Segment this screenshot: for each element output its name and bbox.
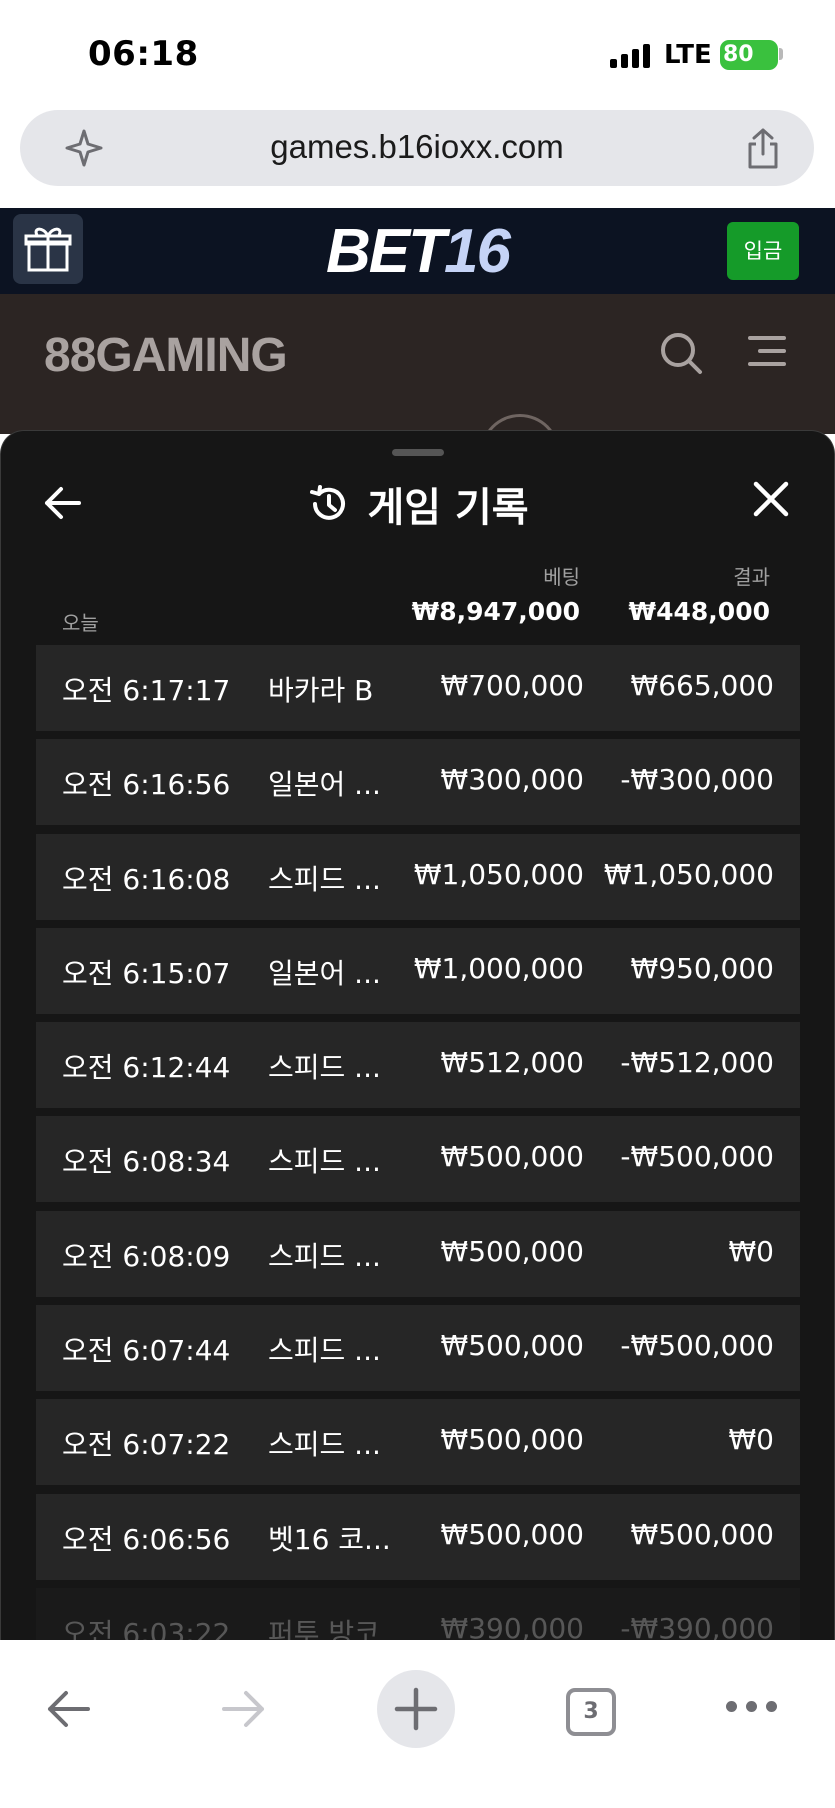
row-bet: ₩700,000 <box>440 669 584 702</box>
history-row[interactable]: 오전 6:08:34 스피드 ... ₩500,000 -₩500,000 <box>36 1116 800 1203</box>
sheet-title: 게임 기록 <box>367 485 529 531</box>
row-time: 오전 6:08:09 <box>62 1239 231 1273</box>
tabs-icon[interactable]: 3 <box>566 1688 616 1736</box>
total-bet: ₩8,947,000 <box>411 597 580 626</box>
row-bet: ₩500,000 <box>440 1423 584 1457</box>
row-result: ₩1,050,000 <box>603 857 774 891</box>
row-game: 스피드 ... <box>268 1428 381 1462</box>
row-bet: ₩1,050,000 <box>413 857 584 891</box>
row-game: 벳16 코... <box>268 1522 391 1556</box>
signal-icon <box>610 44 652 68</box>
row-result: -₩500,000 <box>620 1329 774 1363</box>
row-game: 스피드 ... <box>268 1145 381 1179</box>
history-row[interactable]: 오전 6:07:44 스피드 ... ₩500,000 -₩500,000 <box>36 1305 800 1392</box>
row-result: -₩500,000 <box>620 1140 774 1174</box>
history-row[interactable]: 오전 6:08:09 스피드 ... ₩500,000 ₩0 <box>36 1210 800 1297</box>
row-result: ₩950,000 <box>630 951 774 985</box>
row-bet: ₩500,000 <box>440 1140 584 1174</box>
row-time: 오전 6:17:17 <box>62 674 231 707</box>
row-bet: ₩1,000,000 <box>413 951 584 985</box>
row-bet: ₩500,000 <box>440 1234 584 1268</box>
browser-toolbar: 3 <box>0 1640 835 1808</box>
row-result: -₩390,000 <box>620 1611 774 1640</box>
today-label: 오늘 <box>62 611 99 635</box>
result-column-header: 결과 <box>733 565 770 589</box>
row-game: 일본어 ... <box>268 956 381 990</box>
row-time: 오전 6:16:56 <box>62 768 231 802</box>
row-game: 퍼투 방코 <box>268 1616 380 1640</box>
status-bar: 06:18 LTE 80 <box>0 0 835 110</box>
row-bet: ₩500,000 <box>440 1517 584 1551</box>
row-game: 바카라 B <box>268 674 374 707</box>
bet-column-header: 베팅 <box>543 565 580 589</box>
row-game: 일본어 ... <box>268 768 381 802</box>
row-result: ₩665,000 <box>630 669 774 702</box>
row-time: 오전 6:15:07 <box>62 956 231 990</box>
history-row[interactable]: 오전 6:15:07 일본어 ... ₩1,000,000 ₩950,000 <box>36 927 800 1014</box>
row-game: 스피드 ... <box>268 1239 381 1273</box>
history-row[interactable]: 오전 6:03:22 퍼투 방코 ₩390,000 -₩390,000 <box>36 1587 800 1640</box>
history-row[interactable]: 오전 6:17:17 바카라 B ₩700,000 ₩665,000 <box>36 645 800 731</box>
row-time: 오전 6:12:44 <box>62 1051 231 1085</box>
arrow-right-icon[interactable] <box>218 1684 268 1734</box>
arrow-left-icon[interactable] <box>44 1684 94 1734</box>
provider-bar: 88GAMING <box>0 294 835 454</box>
row-bet: ₩300,000 <box>440 763 584 797</box>
battery-level: 80 <box>723 42 754 67</box>
site-header: BET16 입금 <box>0 208 835 294</box>
row-result: -₩300,000 <box>620 763 774 797</box>
row-result: ₩0 <box>728 1423 775 1457</box>
row-game: 스피드 ... <box>268 862 381 896</box>
row-game: 스피드 ... <box>268 1334 381 1368</box>
sheet-header: 게임 기록 <box>1 475 834 533</box>
site-logo[interactable]: BET16 <box>0 216 835 287</box>
game-history-sheet: 게임 기록 베팅 결과 오늘 ₩8,947,000 ₩448,000 오전 6:… <box>0 430 835 1640</box>
history-row[interactable]: 오전 6:07:22 스피드 ... ₩500,000 ₩0 <box>36 1399 800 1486</box>
row-time: 오전 6:06:56 <box>62 1522 231 1556</box>
row-time: 오전 6:07:22 <box>62 1428 231 1462</box>
row-game: 스피드 ... <box>268 1051 381 1085</box>
row-result: ₩500,000 <box>630 1517 774 1551</box>
url-text[interactable]: games.b16ioxx.com <box>20 128 814 166</box>
provider-logo[interactable]: 88GAMING <box>44 328 288 383</box>
history-row[interactable]: 오전 6:06:56 벳16 코... ₩500,000 ₩500,000 <box>36 1493 800 1580</box>
row-bet: ₩500,000 <box>440 1329 584 1363</box>
new-tab-button[interactable] <box>377 1670 455 1748</box>
status-time: 06:18 <box>88 34 199 74</box>
battery-tip <box>779 48 783 60</box>
row-bet: ₩390,000 <box>440 1611 584 1640</box>
deposit-button[interactable]: 입금 <box>727 222 799 280</box>
row-time: 오전 6:03:22 <box>62 1616 231 1640</box>
history-row[interactable]: 오전 6:16:56 일본어 ... ₩300,000 -₩300,000 <box>36 739 800 826</box>
share-icon[interactable] <box>742 126 784 170</box>
search-icon[interactable] <box>658 330 704 376</box>
history-row[interactable]: 오전 6:16:08 스피드 ... ₩1,050,000 ₩1,050,000 <box>36 833 800 920</box>
row-result: -₩512,000 <box>620 1046 774 1080</box>
row-result: ₩0 <box>728 1234 775 1268</box>
history-icon <box>310 485 346 520</box>
row-time: 오전 6:16:08 <box>62 862 231 896</box>
logo-part-bet: BET <box>326 217 446 286</box>
more-icon[interactable] <box>726 1698 778 1712</box>
history-list: 오전 6:17:17 바카라 B ₩700,000 ₩665,000 오전 6:… <box>36 645 800 1640</box>
history-row[interactable]: 오전 6:12:44 스피드 ... ₩512,000 -₩512,000 <box>36 1022 800 1109</box>
row-time: 오전 6:07:44 <box>62 1334 231 1368</box>
total-result: ₩448,000 <box>628 597 770 626</box>
battery-icon: 80 <box>720 40 778 70</box>
menu-icon[interactable] <box>748 334 786 368</box>
close-icon[interactable] <box>751 479 791 519</box>
logo-part-16: 16 <box>444 217 511 286</box>
sheet-grabber[interactable] <box>392 449 444 456</box>
network-label: LTE <box>664 40 712 70</box>
url-bar[interactable]: games.b16ioxx.com <box>20 110 814 186</box>
row-bet: ₩512,000 <box>440 1046 584 1080</box>
row-time: 오전 6:08:34 <box>62 1145 231 1179</box>
plus-icon <box>394 1687 438 1731</box>
